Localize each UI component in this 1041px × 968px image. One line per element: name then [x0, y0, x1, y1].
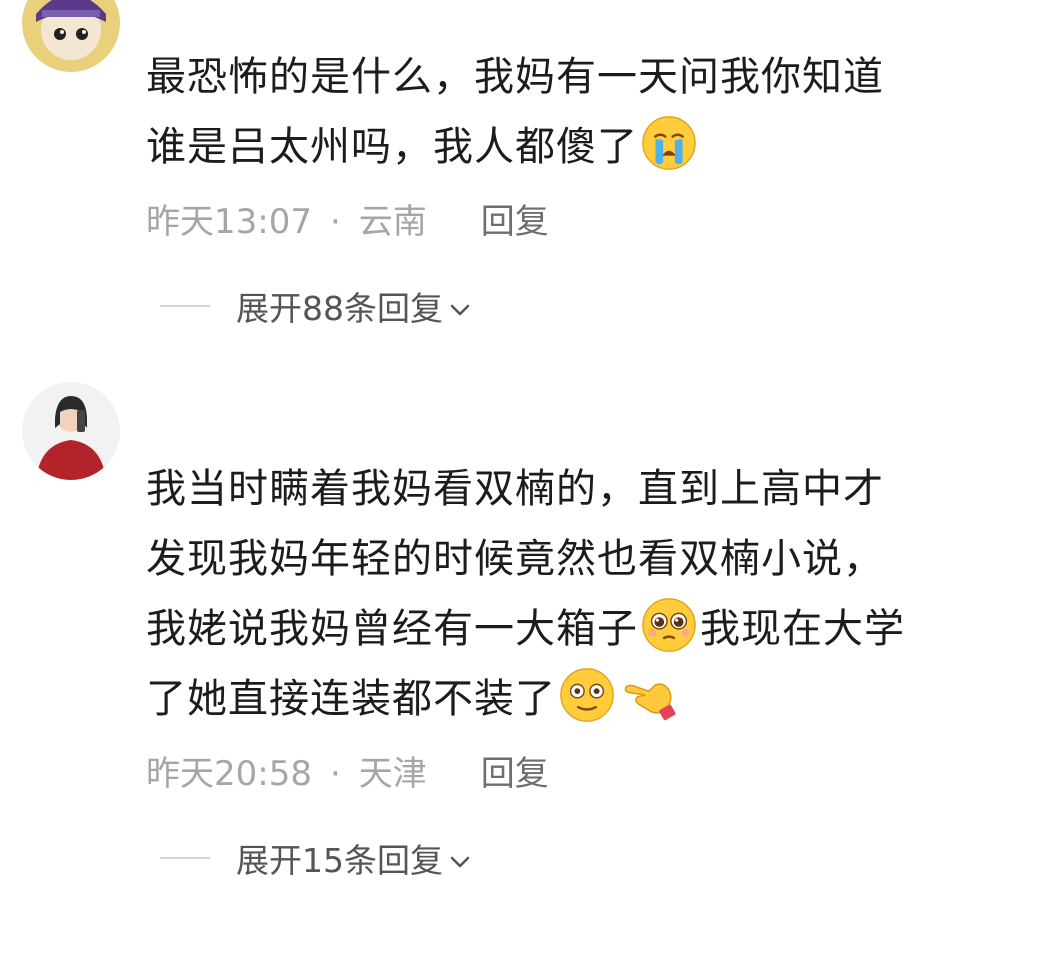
comment-line: 我姥说我妈曾经有一大箱子: [146, 606, 638, 652]
comment-line: 发现我妈年轻的时候竟然也看双楠小说，: [146, 536, 884, 582]
comment-line: 谁是吕太州吗，我人都傻了: [146, 124, 638, 170]
comment-meta: 昨天20:58 · 天津 回复: [146, 754, 549, 794]
chevron-down-icon: [449, 839, 471, 878]
divider-line: [160, 305, 210, 307]
comment-line: 了她直接连装都不装了: [146, 676, 556, 722]
reply-button[interactable]: 回复: [481, 202, 549, 242]
comment-meta: 昨天13:07 · 云南 回复: [146, 202, 549, 242]
flushed-face-icon: [560, 668, 614, 722]
user-photo-avatar-icon: [22, 382, 120, 480]
comment-time: 昨天13:07: [146, 202, 312, 242]
avatar[interactable]: [22, 0, 120, 72]
pleading-face-icon: [642, 598, 696, 652]
comment-time: 昨天20:58: [146, 754, 312, 794]
meta-separator: ·: [329, 202, 341, 242]
comment-line: 我当时瞒着我妈看双楠的，直到上高中才: [146, 466, 884, 512]
loudly-crying-face-icon: [642, 116, 696, 170]
pointing-hand-icon: [624, 683, 676, 721]
meta-separator: ·: [329, 754, 341, 794]
expand-replies-button[interactable]: 展开15条回复: [160, 838, 471, 880]
chevron-down-icon: [449, 287, 471, 326]
comment-location: 云南: [358, 202, 427, 242]
expand-replies-label: 展开15条回复: [236, 841, 443, 880]
comment-line: 最恐怖的是什么，我妈有一天问我你知道: [146, 54, 884, 100]
comment-line: 我现在大学: [700, 606, 905, 652]
comment-body: 最恐怖的是什么，我妈有一天问我你知道 谁是吕太州吗，我人都傻了: [146, 42, 1026, 182]
comment-location: 天津: [358, 754, 427, 794]
reply-button[interactable]: 回复: [481, 754, 549, 794]
cartoon-avatar-icon: [22, 0, 120, 72]
avatar[interactable]: [22, 382, 120, 480]
comment-body: 我当时瞒着我妈看双楠的，直到上高中才 发现我妈年轻的时候竟然也看双楠小说， 我姥…: [146, 454, 1026, 734]
comment-item: 我当时瞒着我妈看双楠的，直到上高中才 发现我妈年轻的时候竟然也看双楠小说， 我姥…: [0, 380, 1041, 920]
divider-line: [160, 857, 210, 859]
comment-item: 最恐怖的是什么，我妈有一天问我你知道 谁是吕太州吗，我人都傻了 昨天13:07 ·…: [0, 0, 1041, 340]
expand-replies-button[interactable]: 展开88条回复: [160, 286, 471, 328]
expand-replies-label: 展开88条回复: [236, 289, 443, 328]
